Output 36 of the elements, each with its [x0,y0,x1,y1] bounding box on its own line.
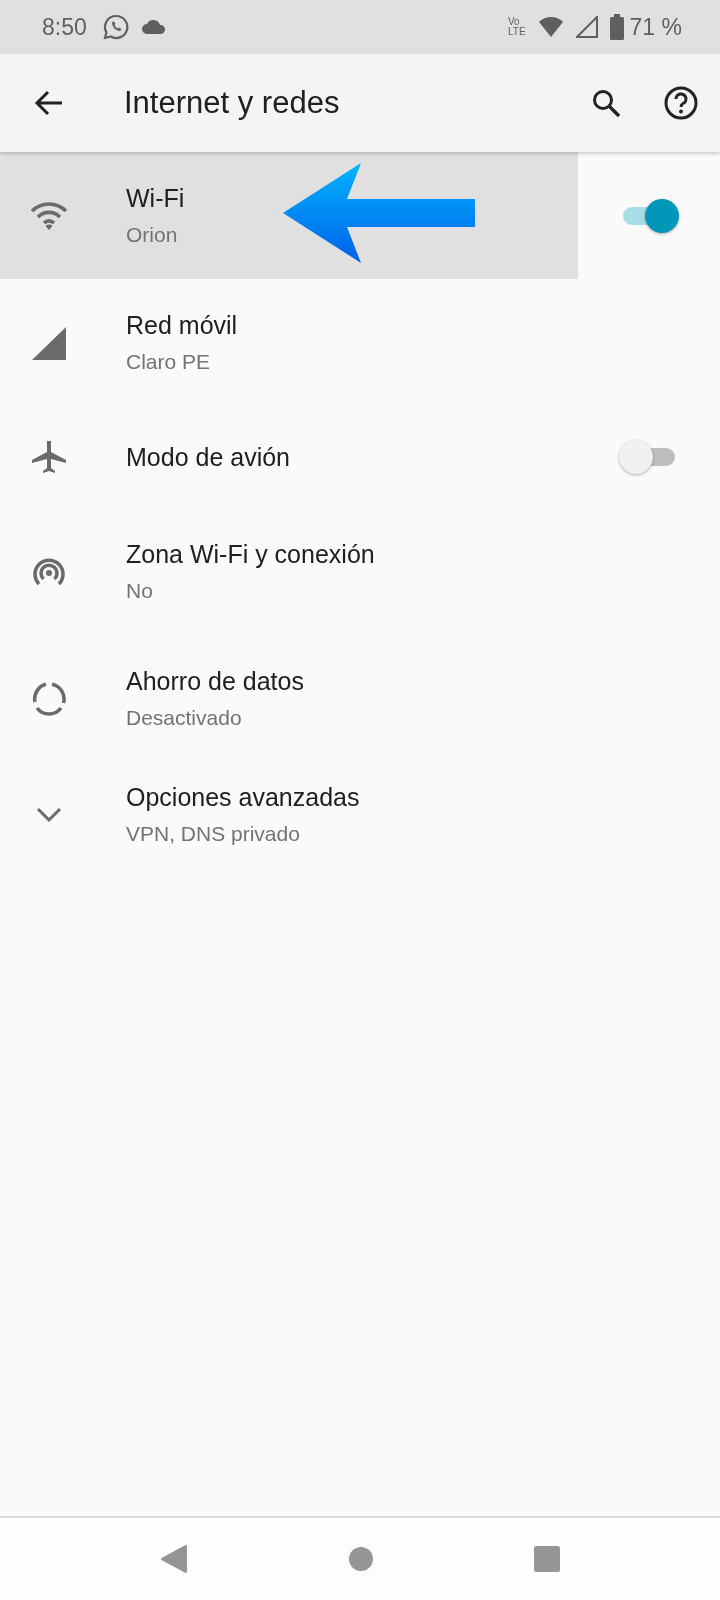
volte-indicator: Vo LTE [507,17,526,37]
item-title: Red móvil [126,311,238,340]
chevron-down-icon [36,806,62,823]
item-title: Modo de avión [126,442,290,472]
cell-signal-icon [575,16,598,38]
battery-percentage: 71 % [629,13,682,41]
back-arrow-icon[interactable] [34,90,64,116]
list-item[interactable]: Opciones avanzadas VPN, DNS privado [0,762,578,867]
wifi-signal-icon [537,16,564,38]
cell-signal-icon [31,325,67,360]
item-title: Zona Wi-Fi y conexión [126,540,375,569]
list-item[interactable]: Zona Wi-Fi y conexión No [0,508,578,635]
chat-app-icon [102,14,129,40]
item-summary: Desactivado [126,706,243,730]
search-icon[interactable] [591,88,621,118]
item-summary: VPN, DNS privado [126,822,301,846]
wifi-icon [29,200,69,231]
item-summary: Claro PE [126,350,212,374]
page-title: Internet y redes [124,85,341,121]
data-saver-icon [31,680,67,717]
status-time: 8:50 [42,13,87,41]
battery-icon [609,14,624,40]
list-item[interactable]: Ahorro de datos Desactivado [0,635,578,762]
back-nav-icon[interactable] [160,1544,188,1574]
cloud-icon [140,19,167,35]
airplane-icon [31,439,67,475]
item-summary: Orion [126,223,179,247]
list-item[interactable]: Modo de avión [0,406,578,508]
item-title: Opciones avanzadas [126,783,360,812]
help-icon[interactable] [664,86,698,120]
highlighted-list-item[interactable]: Wi-Fi Orion [0,152,578,279]
item-title: Ahorro de datos [126,667,304,696]
item-title: Wi-Fi [126,184,185,213]
item-summary: No [126,579,154,603]
list-item[interactable]: Red móvil Claro PE [0,279,578,406]
home-nav-icon[interactable] [348,1546,374,1572]
